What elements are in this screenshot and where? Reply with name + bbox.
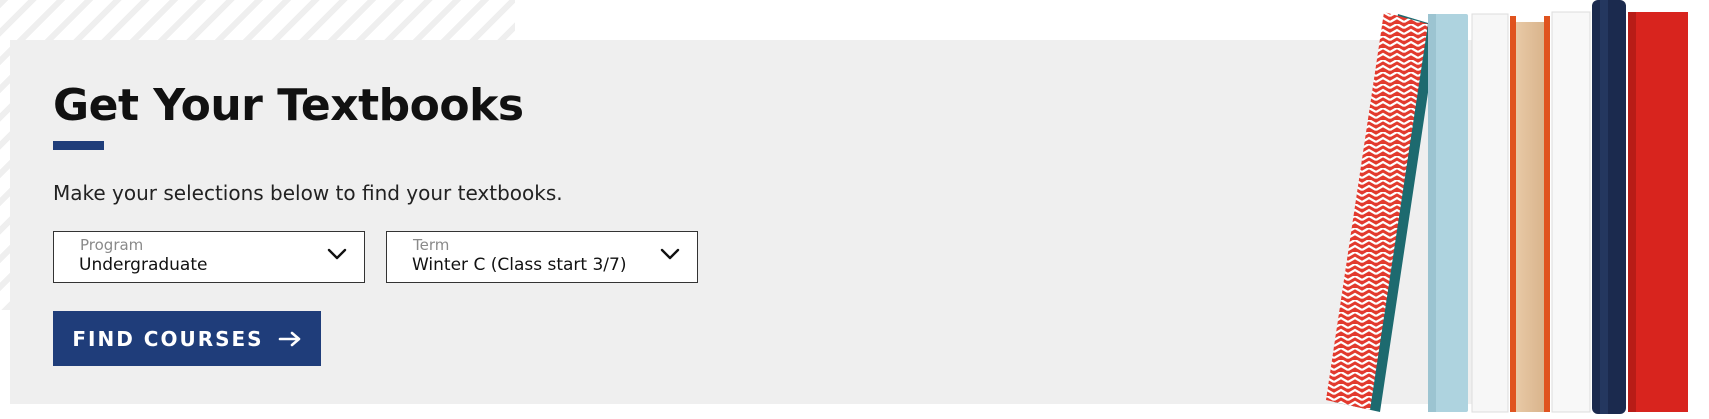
term-select-label: Term — [413, 236, 450, 254]
title-underline — [53, 141, 104, 150]
page-title: Get Your Textbooks — [53, 80, 524, 131]
find-courses-button[interactable]: FIND COURSES — [53, 311, 321, 366]
term-select-value: Winter C (Class start 3/7) — [412, 255, 627, 275]
arrow-right-icon — [278, 331, 300, 346]
page-subtitle: Make your selections below to find your … — [53, 181, 563, 205]
program-select-label: Program — [80, 236, 144, 254]
program-select[interactable]: Program Undergraduate — [53, 231, 365, 283]
books-illustration — [1326, 0, 1688, 414]
chevron-down-icon — [327, 248, 347, 260]
program-select-value: Undergraduate — [79, 255, 208, 275]
term-select[interactable]: Term Winter C (Class start 3/7) — [386, 231, 698, 283]
chevron-down-icon — [660, 248, 680, 260]
find-courses-label: FIND COURSES — [72, 326, 264, 351]
